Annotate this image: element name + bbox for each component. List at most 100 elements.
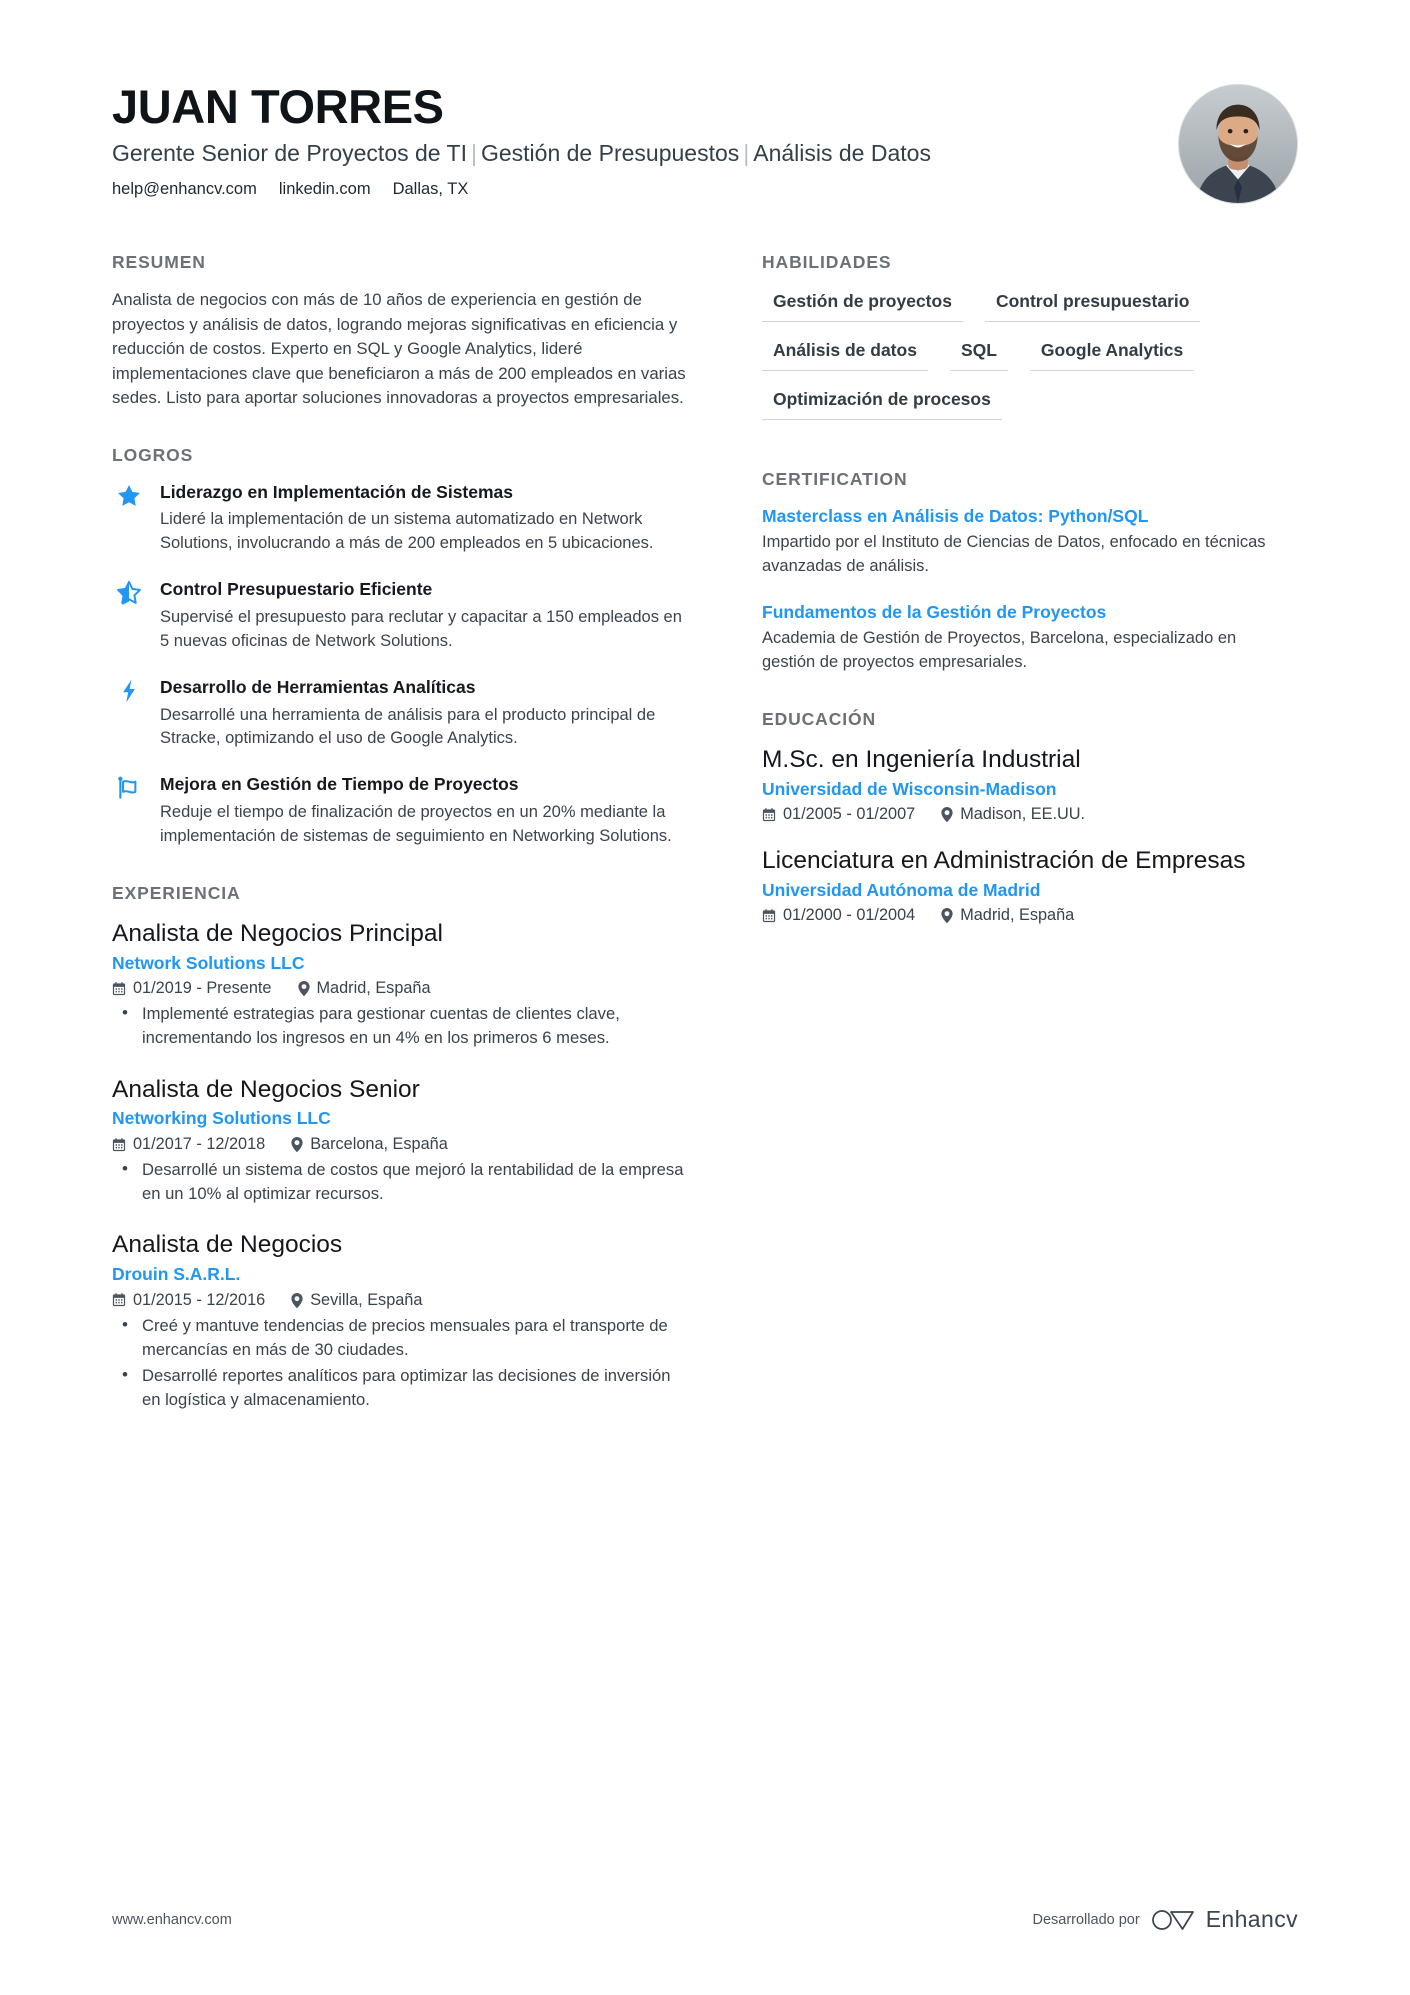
certification-name[interactable]: Masterclass en Análisis de Datos: Python… [762, 505, 1270, 528]
skill-chip: Gestión de proyectos [762, 288, 963, 322]
achievement-item: Liderazgo en Implementación de Sistemas … [112, 481, 690, 557]
contact-row: help@enhancv.com linkedin.com Dallas, TX [112, 180, 1178, 199]
job-meta: 01/2017 - 12/2018 Barcelona, España [112, 1135, 690, 1154]
education-school[interactable]: Universidad Autónoma de Madrid [762, 879, 1270, 903]
calendar-icon [762, 807, 776, 821]
section-skills: HABILIDADES Gestión de proyectos Control… [762, 252, 1270, 435]
achievement-body: Control Presupuestario Eficiente Supervi… [160, 578, 690, 654]
experience-entry: Analista de Negocios Drouin S.A.R.L. 01/… [112, 1230, 690, 1412]
achievement-item: Desarrollo de Herramientas Analíticas De… [112, 676, 690, 752]
job-location-text: Sevilla, España [310, 1290, 423, 1309]
enhancv-logo-icon [1151, 1907, 1195, 1933]
experience-heading: EXPERIENCIA [112, 882, 241, 903]
contact-linkedin[interactable]: linkedin.com [279, 180, 371, 199]
job-bullet: Desarrollé un sistema de costos que mejo… [112, 1157, 690, 1206]
education-meta: 01/2000 - 01/2004 Madrid, España [762, 906, 1270, 925]
calendar-icon [112, 1293, 126, 1307]
job-bullets: Desarrollé un sistema de costos que mejo… [112, 1157, 690, 1206]
certification-name[interactable]: Fundamentos de la Gestión de Proyectos [762, 601, 1270, 624]
job-location-text: Madrid, España [316, 979, 431, 998]
job-dates-text: 01/2017 - 12/2018 [133, 1135, 266, 1154]
header-text-block: JUAN TORRES Gerente Senior de Proyectos … [112, 82, 1178, 199]
headline-part-3: Análisis de Datos [753, 139, 931, 166]
education-dates-text: 01/2000 - 01/2004 [783, 906, 916, 925]
job-dates: 01/2019 - Presente [112, 979, 272, 998]
education-heading: EDUCACIÓN [762, 708, 877, 729]
job-dates: 01/2015 - 12/2016 [112, 1291, 265, 1310]
footer-branding: Desarrollado por Enhancv [1032, 1906, 1298, 1933]
resume-header: JUAN TORRES Gerente Senior de Proyectos … [112, 0, 1298, 204]
headline-part-1: Gerente Senior de Proyectos de TI [112, 139, 467, 166]
professional-headline: Gerente Senior de Proyectos de TI | Gestió… [112, 139, 1178, 168]
education-dates: 01/2000 - 01/2004 [762, 906, 915, 925]
page-title: JUAN TORRES [112, 80, 444, 133]
education-location: Madison, EE.UU. [941, 805, 1085, 824]
summary-heading: RESUMEN [112, 252, 206, 272]
achievement-item: Control Presupuestario Eficiente Supervi… [112, 578, 690, 654]
location-pin-icon [941, 908, 953, 924]
job-dates-text: 01/2015 - 12/2016 [133, 1290, 266, 1309]
section-experience: EXPERIENCIA Analista de Negocios Princip… [112, 883, 690, 1412]
job-role: Analista de Negocios [112, 1231, 343, 1259]
location-pin-icon [291, 1137, 303, 1152]
education-degree: Licenciatura en Administración de Empres… [762, 847, 1246, 875]
job-location: Madrid, España [297, 979, 431, 998]
avatar [1178, 84, 1298, 204]
achievement-item: Mejora en Gestión de Tiempo de Proyectos… [112, 773, 690, 849]
job-bullets: Implementé estrategias para gestionar cu… [112, 1001, 690, 1050]
achievement-title: Mejora en Gestión de Tiempo de Proyectos [160, 774, 519, 795]
job-dates-text: 01/2019 - Presente [133, 979, 272, 998]
location-pin-icon [291, 1292, 303, 1308]
education-entry: Licenciatura en Administración de Empres… [762, 846, 1270, 925]
calendar-icon [762, 908, 776, 922]
star-half-icon [112, 578, 146, 654]
achievement-title: Desarrollo de Herramientas Analíticas [160, 676, 476, 697]
achievement-description: Reduje el tiempo de finalización de proy… [160, 803, 672, 846]
skill-chip: SQL [949, 337, 1008, 371]
brand-name: Enhancv [1205, 1906, 1298, 1932]
right-column: HABILIDADES Gestión de proyectos Control… [762, 252, 1270, 1446]
achievements-heading: LOGROS [112, 444, 194, 465]
location-pin-icon [941, 807, 953, 823]
skill-chip: Control presupuestario [984, 288, 1201, 322]
achievement-body: Mejora en Gestión de Tiempo de Proyectos… [160, 773, 690, 849]
job-role: Analista de Negocios Principal [112, 919, 443, 947]
headline-separator-2: | [743, 139, 750, 166]
contact-location: Dallas, TX [392, 179, 469, 198]
job-bullet: Creé y mantuve tendencias de precios men… [112, 1313, 690, 1362]
job-location: Sevilla, España [291, 1291, 422, 1310]
job-location: Barcelona, España [291, 1135, 448, 1154]
resume-page: JUAN TORRES Gerente Senior de Proyectos … [0, 0, 1410, 1995]
achievement-body: Liderazgo en Implementación de Sistemas … [160, 481, 690, 557]
location-pin-icon [297, 981, 310, 997]
calendar-icon [112, 1137, 126, 1151]
skill-chip: Optimización de procesos [762, 386, 1002, 420]
job-company[interactable]: Networking Solutions LLC [112, 1107, 690, 1131]
job-company[interactable]: Network Solutions LLC [112, 952, 690, 976]
achievement-description: Supervisé el presupuesto para reclutar y… [160, 607, 682, 650]
achievement-description: Lideré la implementación de un sistema a… [160, 510, 654, 553]
section-summary: RESUMEN Analista de negocios con más de … [112, 252, 690, 411]
certification-entry: Fundamentos de la Gestión de Proyectos A… [762, 601, 1270, 675]
powered-by-label: Desarrollado por [1032, 1911, 1140, 1928]
footer-website[interactable]: www.enhancv.com [112, 1912, 232, 1928]
headline-separator-1: | [471, 139, 477, 166]
section-achievements: LOGROS Liderazgo en Implementación de Si… [112, 445, 690, 849]
education-school[interactable]: Universidad de Wisconsin-Madison [762, 778, 1270, 802]
skill-chip: Análisis de datos [762, 337, 928, 371]
left-column: RESUMEN Analista de negocios con más de … [112, 252, 690, 1446]
education-meta: 01/2005 - 01/2007 Madison, EE.UU. [762, 805, 1270, 824]
summary-text: Analista de negocios con más de 10 años … [112, 290, 686, 408]
education-location-text: Madrid, España [960, 906, 1075, 925]
job-company[interactable]: Drouin S.A.R.L. [112, 1263, 690, 1287]
certification-description: Impartido por el Instituto de Ciencias d… [762, 533, 1266, 576]
resume-body: RESUMEN Analista de negocios con más de … [112, 252, 1298, 1446]
education-entry: M.Sc. en Ingeniería Industrial Universid… [762, 745, 1270, 824]
headline-part-2: Gestión de Presupuestos [480, 139, 740, 166]
achievement-title: Control Presupuestario Eficiente [160, 579, 433, 600]
achievement-title: Liderazgo en Implementación de Sistemas [160, 481, 514, 502]
education-dates: 01/2005 - 01/2007 [762, 805, 915, 824]
contact-email[interactable]: help@enhancv.com [112, 180, 257, 199]
job-role: Analista de Negocios Senior [112, 1075, 420, 1103]
certification-entry: Masterclass en Análisis de Datos: Python… [762, 505, 1270, 579]
